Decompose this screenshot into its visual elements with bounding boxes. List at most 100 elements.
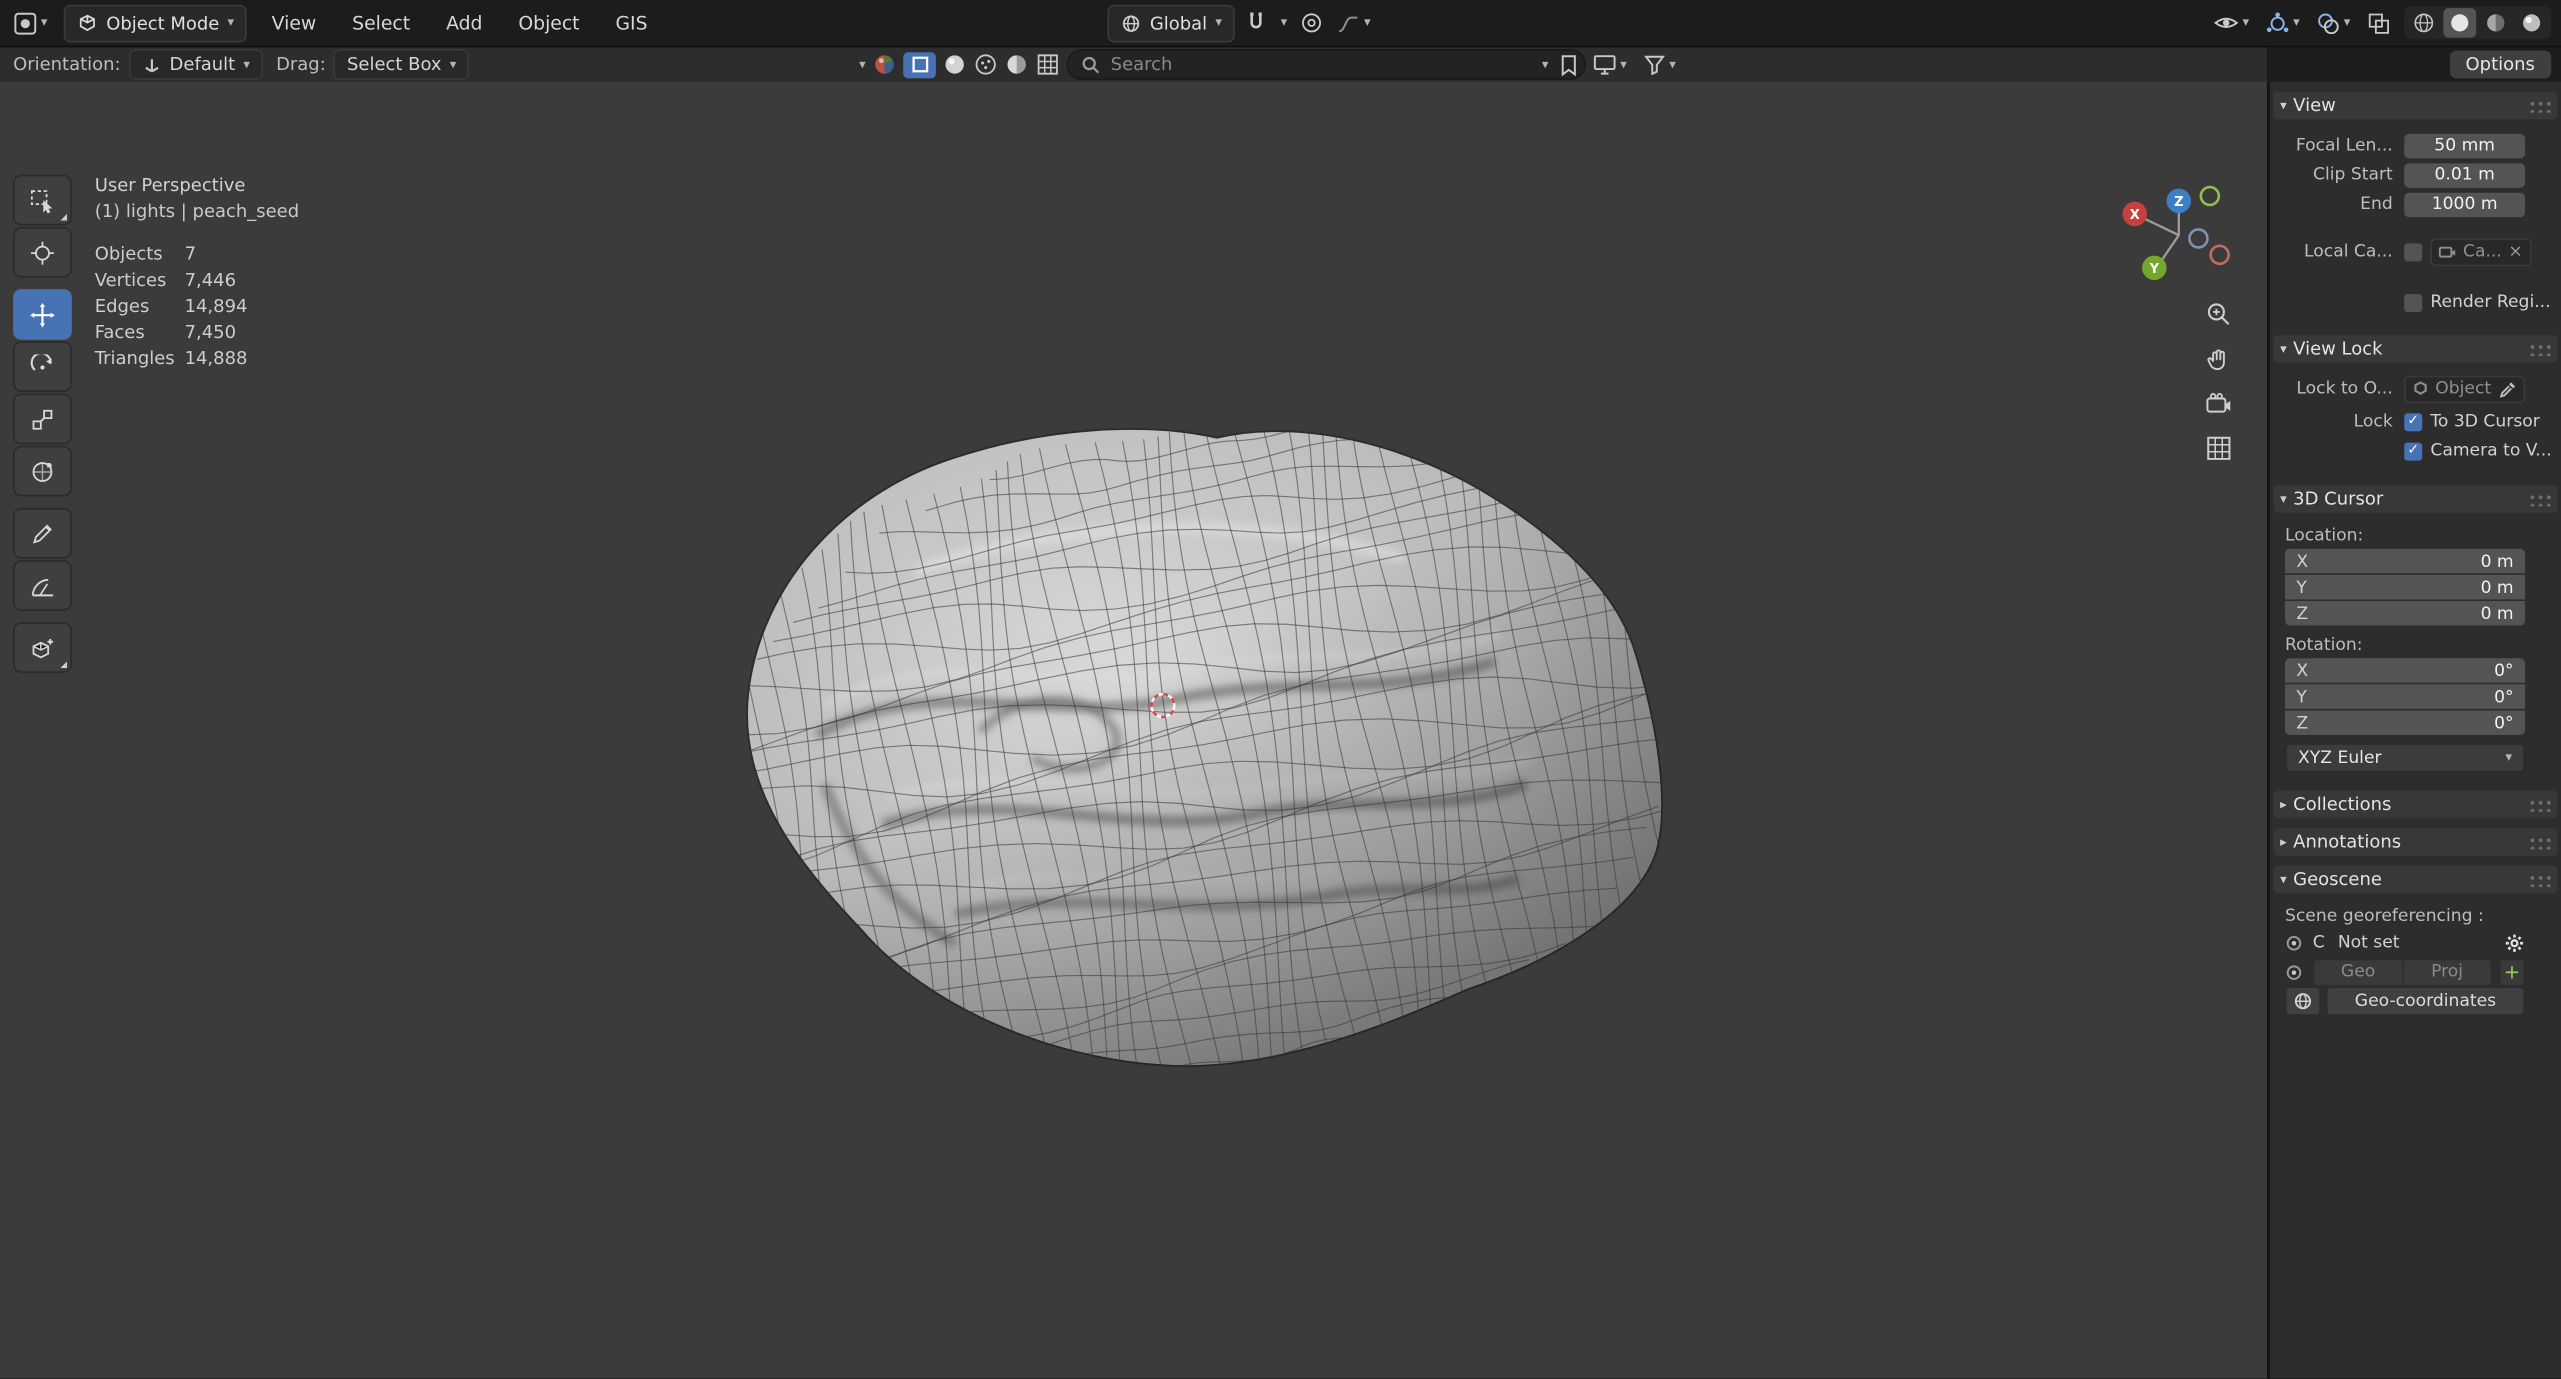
tool-transform[interactable] bbox=[13, 446, 72, 497]
gizmo-axis-neg-x[interactable] bbox=[2211, 246, 2229, 264]
shading-rendered-button[interactable] bbox=[2515, 8, 2548, 37]
half-sphere-icon[interactable] bbox=[1005, 52, 1029, 76]
cursor-rotation-x-field[interactable]: X0° bbox=[2285, 658, 2525, 682]
xray-toggle[interactable] bbox=[2363, 7, 2394, 38]
gear-icon[interactable] bbox=[2504, 932, 2525, 953]
focal-length-field[interactable]: 50 mm bbox=[2404, 133, 2525, 157]
crs-letter: C bbox=[2313, 933, 2325, 953]
proportional-editing-toggle[interactable] bbox=[1297, 8, 1326, 37]
panel-grip[interactable] bbox=[2527, 98, 2551, 113]
viewport[interactable]: User Perspective (1) lights | peach_seed… bbox=[0, 82, 2267, 1379]
tool-add-primitive[interactable] bbox=[13, 622, 72, 673]
cursor-rotation-y-field[interactable]: Y0° bbox=[2285, 684, 2525, 708]
snap-toggle[interactable] bbox=[1241, 8, 1270, 37]
panel-grip[interactable] bbox=[2527, 492, 2551, 507]
gizmo-axis-neg-y[interactable] bbox=[2201, 187, 2219, 205]
tool-cursor[interactable] bbox=[13, 227, 72, 278]
tool-rotate[interactable] bbox=[13, 341, 72, 392]
globe-button[interactable] bbox=[2285, 987, 2321, 1016]
peach-seed-mesh[interactable] bbox=[0, 82, 2267, 1379]
sphere-icon[interactable] bbox=[942, 52, 966, 76]
mode-dropdown[interactable]: Object Mode ▾ bbox=[64, 4, 247, 42]
axis-label: Y bbox=[2296, 687, 2306, 707]
filter-dropdown[interactable]: ▾ bbox=[1640, 51, 1679, 79]
close-icon[interactable]: × bbox=[2508, 242, 2522, 262]
radio-icon[interactable] bbox=[2285, 933, 2303, 951]
menu-add[interactable]: Add bbox=[435, 7, 494, 40]
proportional-falloff-dropdown[interactable]: ▾ bbox=[1333, 9, 1374, 37]
show-gizmo-toggle[interactable]: ▾ bbox=[2262, 7, 2303, 38]
panel-geoscene-header[interactable]: ▾ Geoscene bbox=[2274, 866, 2558, 894]
panel-grip[interactable] bbox=[2527, 835, 2551, 850]
panel-grip[interactable] bbox=[2527, 341, 2551, 356]
cursor-location-z-field[interactable]: Z0 m bbox=[2285, 601, 2525, 625]
panel-view-lock-header[interactable]: ▾ View Lock bbox=[2274, 335, 2558, 363]
panel-3d-cursor-title: 3D Cursor bbox=[2293, 488, 2383, 509]
object-visibility-dropdown[interactable]: ▾ bbox=[2210, 8, 2252, 37]
clip-end-field[interactable]: 1000 m bbox=[2404, 192, 2525, 216]
cursor-location-x-field[interactable]: X0 m bbox=[2285, 549, 2525, 573]
panel-collections-header[interactable]: ▸ Collections bbox=[2274, 791, 2558, 819]
proj-button[interactable]: Proj bbox=[2403, 958, 2492, 986]
menu-select[interactable]: Select bbox=[341, 7, 422, 40]
active-shading-tile[interactable] bbox=[903, 51, 936, 77]
pan-hand-icon[interactable] bbox=[2205, 346, 2233, 374]
local-camera-checkbox[interactable] bbox=[2404, 243, 2422, 261]
chevron-down-icon: ▾ bbox=[243, 58, 250, 71]
viewport-editor-icon bbox=[21, 18, 30, 27]
tool-select-box[interactable] bbox=[13, 175, 72, 226]
ortho-grid-icon[interactable] bbox=[2205, 434, 2233, 462]
panel-grip[interactable] bbox=[2527, 872, 2551, 887]
add-crs-button[interactable]: + bbox=[2499, 958, 2525, 986]
panel-grip[interactable] bbox=[2527, 797, 2551, 812]
chevron-down-icon[interactable]: ▾ bbox=[1542, 58, 1549, 71]
viewport-overlay-text: User Perspective (1) lights | peach_seed… bbox=[95, 173, 299, 372]
cursor-rotation-z-field[interactable]: Z0° bbox=[2285, 710, 2525, 734]
geo-button[interactable]: Geo bbox=[2313, 958, 2404, 986]
shading-solid-button[interactable] bbox=[2443, 8, 2476, 37]
show-overlays-toggle[interactable]: ▾ bbox=[2313, 7, 2354, 38]
camera-to-view-checkbox[interactable]: ✓ bbox=[2404, 442, 2422, 460]
gizmo-axis-neg-z[interactable] bbox=[2189, 229, 2207, 247]
tool-annotate[interactable] bbox=[13, 508, 72, 559]
local-camera-field[interactable]: Ca... × bbox=[2430, 238, 2531, 266]
dotted-sphere-icon[interactable] bbox=[973, 52, 997, 76]
geocoordinates-button[interactable]: Geo-coordinates bbox=[2326, 987, 2525, 1016]
grid-table-icon[interactable] bbox=[1036, 52, 1060, 76]
tool-move[interactable] bbox=[13, 289, 72, 340]
menu-gis[interactable]: GIS bbox=[604, 7, 659, 40]
panel-3d-cursor-header[interactable]: ▾ 3D Cursor bbox=[2274, 485, 2558, 513]
tool-measure[interactable] bbox=[13, 560, 72, 611]
cursor-location-y-field[interactable]: Y0 m bbox=[2285, 575, 2525, 599]
radio-icon[interactable] bbox=[2285, 963, 2303, 981]
menu-view[interactable]: View bbox=[260, 7, 327, 40]
tool-scale[interactable] bbox=[13, 394, 72, 445]
color-ball-icon[interactable] bbox=[872, 52, 896, 76]
lock-to-object-field[interactable]: Object bbox=[2404, 375, 2525, 403]
drag-setting-dropdown[interactable]: Select Box ▾ bbox=[334, 49, 469, 80]
panel-annotations-header[interactable]: ▸ Annotations bbox=[2274, 828, 2558, 856]
orientation-setting-dropdown[interactable]: Default ▾ bbox=[129, 49, 263, 80]
rotation-mode-dropdown[interactable]: XYZ Euler ▾ bbox=[2285, 743, 2525, 772]
options-button[interactable]: Options bbox=[2449, 51, 2551, 79]
panel-view-header[interactable]: ▾ View bbox=[2274, 91, 2558, 119]
editor-type-selector[interactable]: ▾ bbox=[10, 7, 51, 38]
camera-view-icon[interactable] bbox=[2205, 392, 2233, 416]
collapse-chevron-icon[interactable]: ▾ bbox=[859, 58, 866, 71]
bookmark-icon[interactable] bbox=[1558, 53, 1579, 76]
shading-material-button[interactable] bbox=[2479, 8, 2512, 37]
to-3d-cursor-checkbox[interactable]: ✓ bbox=[2404, 412, 2422, 430]
transform-orientation-dropdown[interactable]: Global ▾ bbox=[1107, 4, 1235, 42]
search-input[interactable]: Search bbox=[1067, 49, 1586, 80]
clip-start-field[interactable]: 0.01 m bbox=[2404, 163, 2525, 187]
menu-object[interactable]: Object bbox=[507, 7, 591, 40]
nav-gizmo[interactable]: Z X Y bbox=[2104, 173, 2251, 297]
shading-wireframe-button[interactable] bbox=[2407, 8, 2440, 37]
eyedropper-icon[interactable] bbox=[2499, 380, 2517, 398]
render-region-checkbox[interactable] bbox=[2404, 293, 2422, 311]
snap-settings-dropdown[interactable]: ▾ bbox=[1277, 13, 1290, 33]
display-mode-dropdown[interactable]: ▾ bbox=[1589, 51, 1630, 79]
tool-settings-right: ▾ ▾ ▾ bbox=[1542, 47, 1679, 81]
stat-value: 7 bbox=[185, 242, 196, 268]
zoom-icon[interactable] bbox=[2205, 301, 2233, 329]
